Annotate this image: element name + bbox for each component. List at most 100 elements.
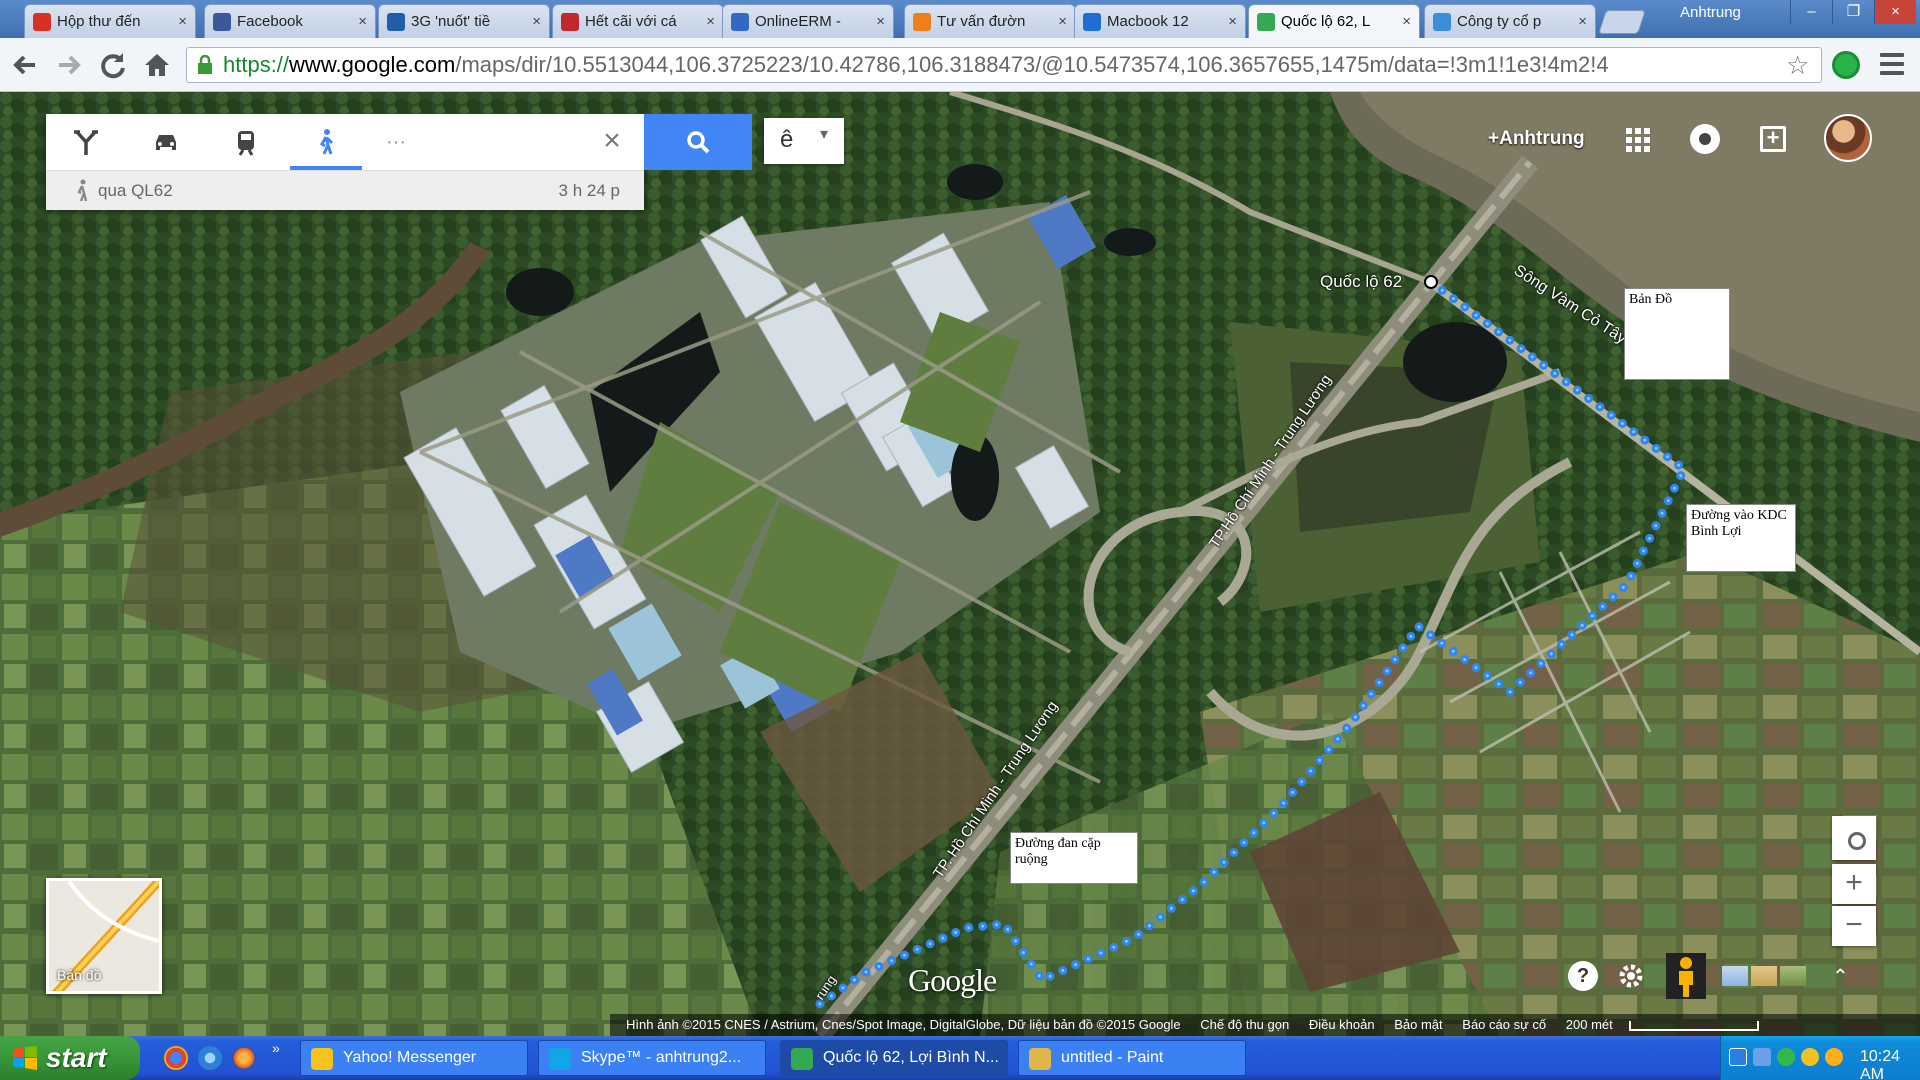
browser-tab[interactable]: Tư vấn đườn ×: [904, 4, 1076, 38]
tab-close-icon[interactable]: ×: [178, 13, 187, 30]
close-directions-button[interactable]: ×: [594, 124, 630, 160]
taskbar-task-button[interactable]: untitled - Paint: [1018, 1040, 1246, 1076]
forward-button[interactable]: [52, 48, 86, 82]
browser-toolbar: https://www.google.com/maps/dir/10.55130…: [0, 38, 1920, 92]
tab-label: 3G 'nuốt' tiề: [411, 13, 491, 30]
start-label: start: [46, 1042, 107, 1073]
task-app-icon: [791, 1048, 813, 1070]
tab-close-icon[interactable]: ×: [358, 13, 367, 30]
map-bottom-tools: ? ⌃: [1550, 950, 1880, 1002]
driving-mode-button[interactable]: [126, 114, 206, 170]
route-name: qua QL62: [98, 181, 173, 200]
tab-close-icon[interactable]: ×: [1228, 13, 1237, 30]
satellite-map[interactable]: Quốc lộ 62 Sông Vàm Cỏ Tây TP.Hồ Chí Min…: [0, 92, 1920, 1036]
my-location-button[interactable]: [1832, 816, 1876, 860]
taskbar-task-button[interactable]: Skype™ - anhtrung2...: [538, 1040, 766, 1076]
map-type-toggle[interactable]: Bản đồ: [46, 878, 162, 994]
taskbar-task-button[interactable]: Quốc lộ 62, Lợi Bình N...: [780, 1040, 1008, 1076]
lite-mode-link[interactable]: Chế độ thu gọn: [1200, 1017, 1289, 1032]
avatar[interactable]: [1824, 114, 1872, 162]
directions-mode-button[interactable]: [46, 114, 126, 170]
satellite-imagery: [0, 92, 1920, 1036]
tab-label: Hết cãi với cá: [585, 13, 677, 30]
pegman-icon[interactable]: [1666, 953, 1706, 999]
tab-label: Hộp thư đến: [57, 13, 141, 30]
quicklaunch-more-icon[interactable]: »: [272, 1040, 280, 1056]
route-duration: 3 h 24 p: [558, 181, 620, 200]
imagery-thumbnail[interactable]: [1780, 966, 1806, 986]
privacy-link[interactable]: Bảo mật: [1394, 1017, 1442, 1032]
search-icon: [687, 131, 710, 154]
bookmark-star-icon[interactable]: ☆: [1786, 50, 1809, 80]
taskbar-clock[interactable]: 10:24 AM: [1860, 1048, 1920, 1080]
tab-favicon-icon: [731, 12, 749, 31]
note-duong-dan: Đường đan cặp ruộng: [1010, 832, 1138, 884]
reload-button[interactable]: [96, 48, 130, 82]
more-modes-button[interactable]: ···: [366, 131, 426, 154]
browser-tab[interactable]: Macbook 12 ×: [1074, 4, 1246, 38]
input-method-dropdown[interactable]: ê ▾: [764, 118, 844, 164]
window-close-button[interactable]: ×: [1874, 0, 1916, 24]
tab-close-icon[interactable]: ×: [532, 13, 541, 30]
tab-favicon-icon: [387, 12, 405, 31]
imagery-thumbnail[interactable]: [1722, 966, 1748, 986]
route-option[interactable]: qua QL62 3 h 24 p: [46, 170, 644, 210]
walking-mode-button[interactable]: [286, 114, 366, 170]
tray-app-icon[interactable]: [1753, 1048, 1771, 1066]
browser-tab[interactable]: Công ty cổ p ×: [1424, 4, 1596, 38]
home-button[interactable]: [140, 48, 174, 82]
tray-app-icon[interactable]: [1825, 1048, 1843, 1066]
browser-menu-icon[interactable]: [1880, 53, 1904, 75]
browser-tab[interactable]: Hộp thư đến ×: [24, 4, 196, 38]
yahoo-tray-icon[interactable]: [1801, 1048, 1819, 1066]
input-method-label: ê: [780, 126, 794, 153]
zoom-in-button[interactable]: +: [1832, 864, 1876, 904]
extension-icon[interactable]: [1832, 51, 1860, 79]
tab-close-icon[interactable]: ×: [1058, 13, 1067, 30]
report-problem-link[interactable]: Báo cáo sự cố: [1462, 1017, 1546, 1032]
browser-tab[interactable]: Facebook ×: [204, 4, 376, 38]
notifications-icon[interactable]: [1690, 124, 1720, 154]
apps-grid-icon[interactable]: [1626, 128, 1650, 152]
browser-tab[interactable]: OnlineERM - ×: [722, 4, 894, 38]
address-bar[interactable]: https://www.google.com/maps/dir/10.55130…: [186, 47, 1822, 83]
imagery-attribution: Hình ảnh ©2015 CNES / Astrium, Cnes/Spot…: [626, 1017, 1181, 1032]
transit-mode-button[interactable]: [206, 114, 286, 170]
terms-link[interactable]: Điều khoản: [1309, 1017, 1375, 1032]
expand-icon[interactable]: ⌃: [1832, 964, 1849, 989]
gear-icon[interactable]: [1616, 961, 1646, 991]
reload-icon: [101, 53, 125, 79]
zoom-out-button[interactable]: −: [1832, 906, 1876, 946]
imagery-thumbnail[interactable]: [1751, 966, 1777, 986]
back-button[interactable]: [8, 48, 42, 82]
start-button[interactable]: start: [0, 1036, 140, 1080]
window-user-label: Anhtrung: [1680, 4, 1741, 21]
browser-tab[interactable]: 3G 'nuốt' tiề ×: [378, 4, 550, 38]
url-scheme: https://: [223, 52, 290, 77]
browser-tab[interactable]: Quốc lộ 62, L ×: [1248, 4, 1420, 38]
maximize-button[interactable]: ❐: [1832, 0, 1874, 24]
skype-tray-icon[interactable]: [1777, 1048, 1795, 1066]
firefox-quicklaunch-icon[interactable]: [232, 1046, 256, 1070]
scale-label[interactable]: 200 mét: [1566, 1017, 1613, 1032]
share-icon[interactable]: +: [1760, 126, 1786, 152]
windows-taskbar: start » Yahoo! Messenger Skype™ - anhtrun…: [0, 1036, 1920, 1080]
search-button[interactable]: [644, 114, 752, 170]
network-icon[interactable]: [1729, 1048, 1747, 1066]
back-arrow-icon: [13, 55, 35, 75]
lock-icon: [198, 55, 212, 74]
help-icon[interactable]: ?: [1568, 961, 1598, 991]
taskbar-task-button[interactable]: Yahoo! Messenger: [300, 1040, 528, 1076]
tab-close-icon[interactable]: ×: [706, 13, 715, 30]
chrome-quicklaunch-icon[interactable]: [164, 1046, 188, 1070]
tab-close-icon[interactable]: ×: [1578, 13, 1587, 30]
browser-tab[interactable]: Hết cãi với cá ×: [552, 4, 724, 38]
google-plus-user-link[interactable]: +Anhtrung: [1488, 128, 1585, 150]
tab-close-icon[interactable]: ×: [1402, 13, 1411, 30]
tab-close-icon[interactable]: ×: [876, 13, 885, 30]
new-tab-button[interactable]: [1598, 10, 1646, 34]
tab-label: OnlineERM -: [755, 13, 841, 30]
task-app-icon: [1029, 1048, 1051, 1070]
minimize-button[interactable]: –: [1790, 0, 1832, 24]
ie-quicklaunch-icon[interactable]: [198, 1046, 222, 1070]
